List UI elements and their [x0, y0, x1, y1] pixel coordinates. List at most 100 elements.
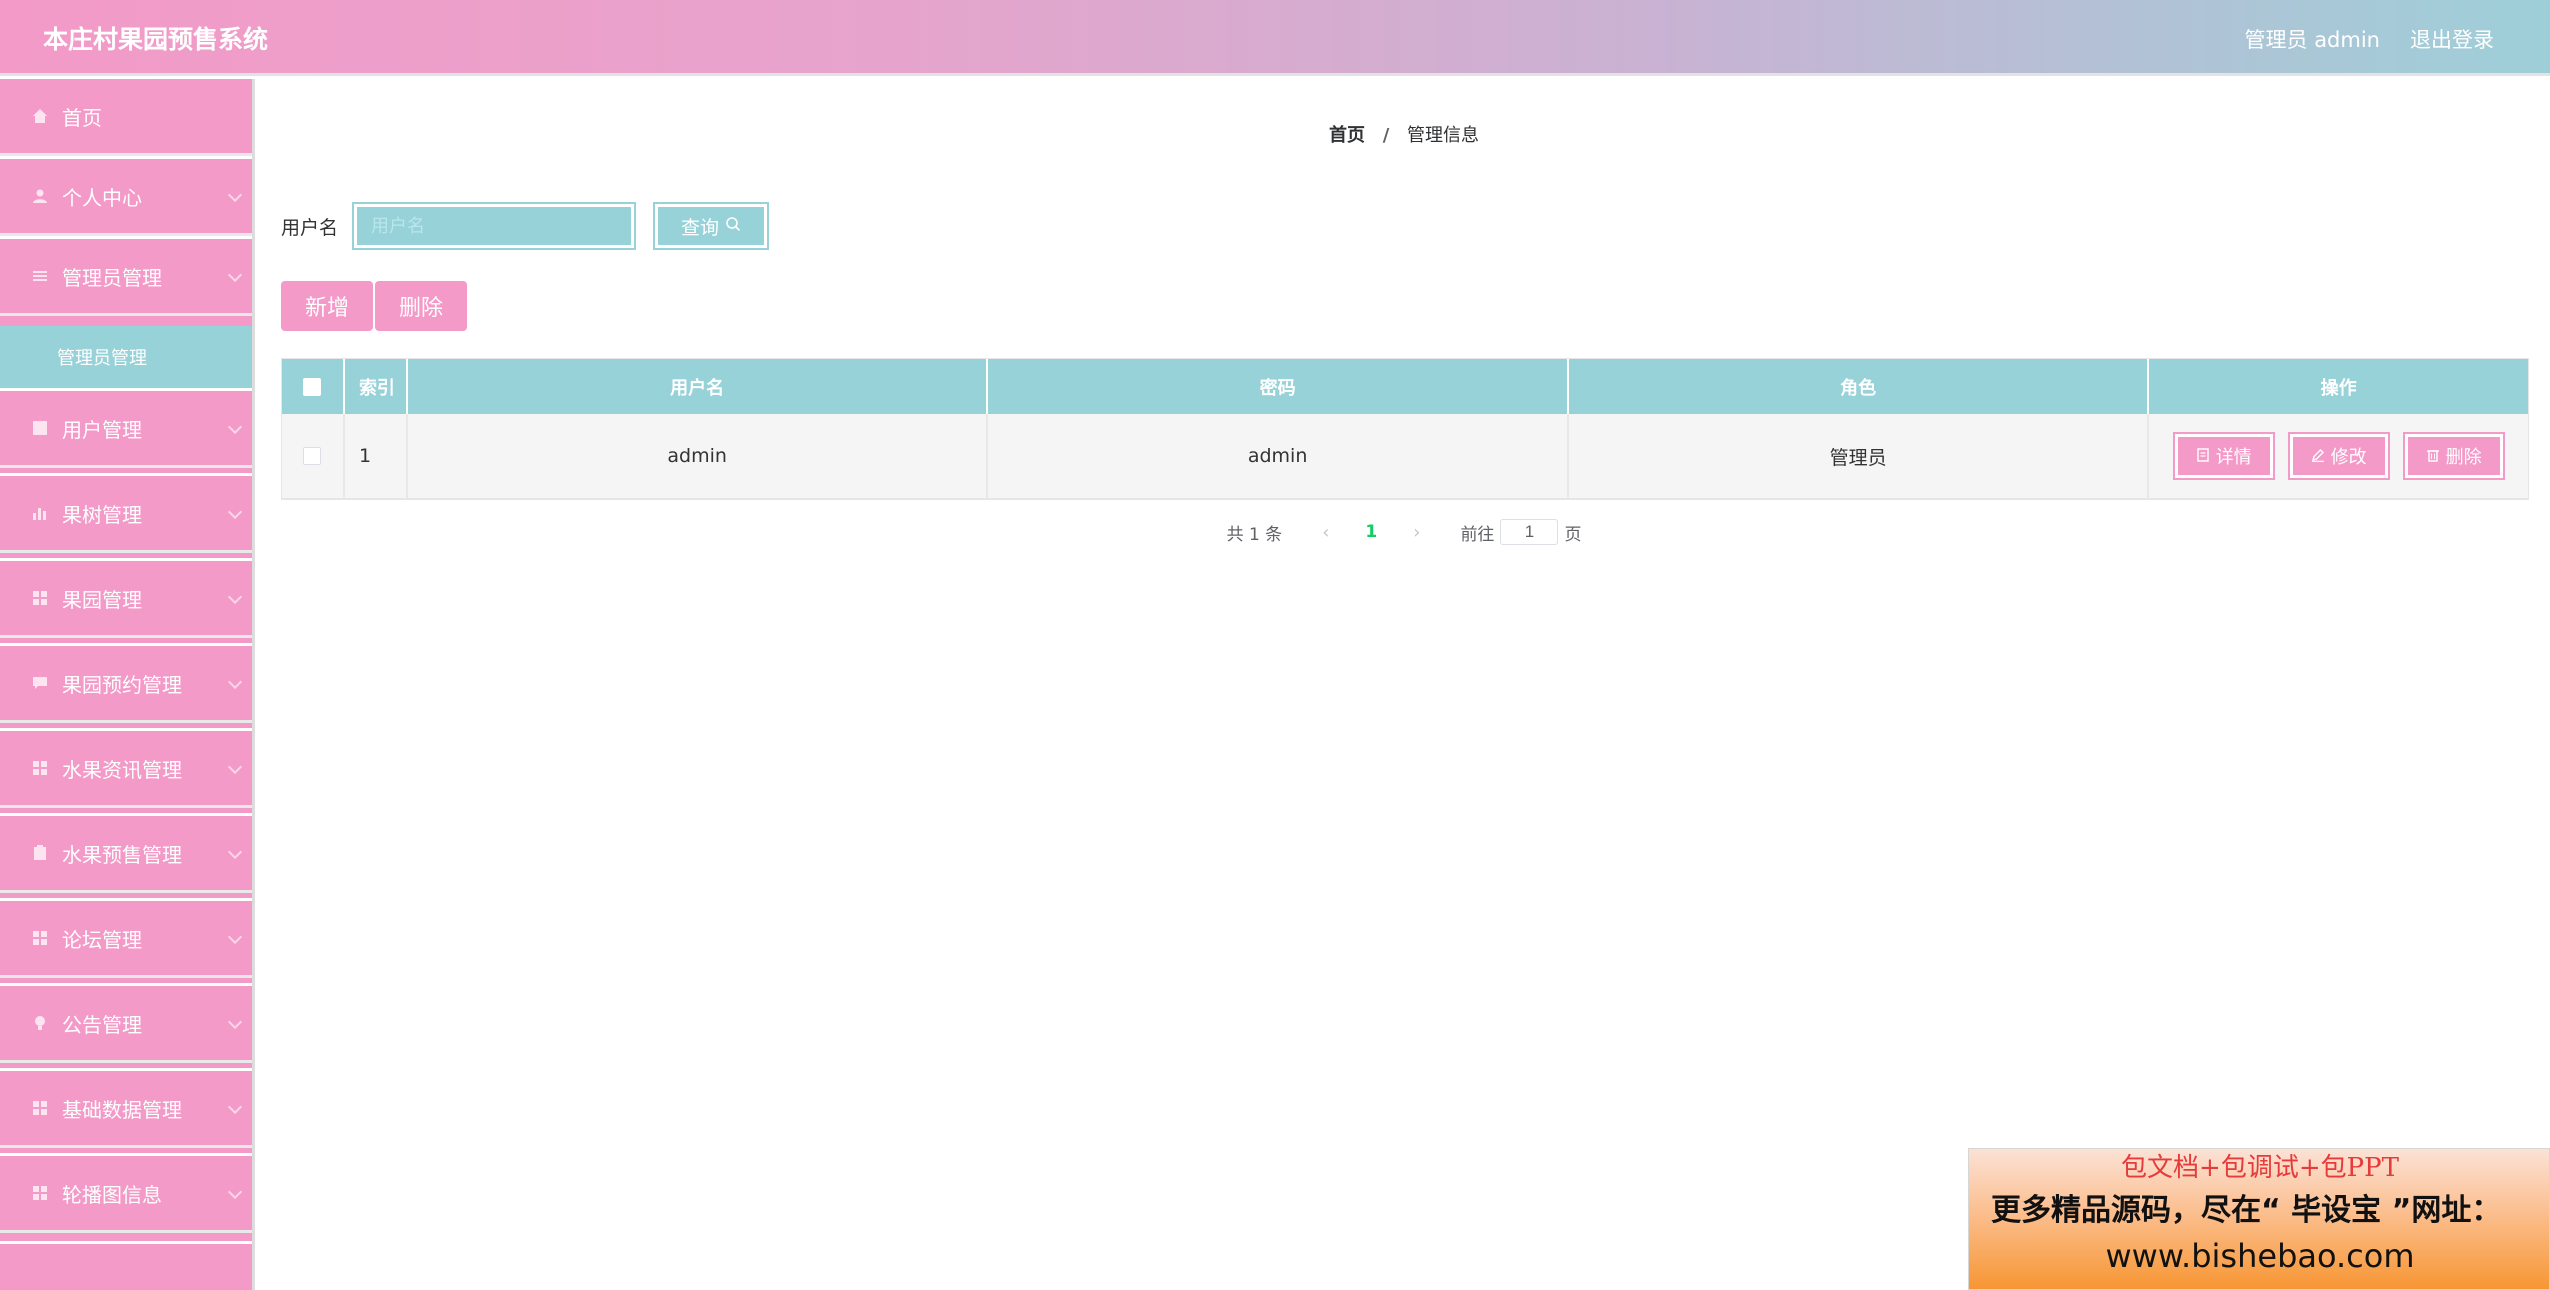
batch-delete-button[interactable]: 删除	[375, 281, 468, 331]
chevron-down-icon	[227, 1099, 243, 1115]
clipboard-icon	[32, 845, 48, 861]
list-icon	[32, 268, 48, 284]
sidebar-item-base-data[interactable]: 基础数据管理	[0, 1068, 252, 1148]
current-user-label: 管理员 admin	[2244, 28, 2380, 52]
sidebar-item-label: 水果预售管理	[62, 842, 182, 867]
edit-button[interactable]: 修改	[2287, 432, 2390, 480]
bulb-icon	[32, 1015, 48, 1031]
sidebar-item-label: 个人中心	[62, 185, 142, 210]
edit-icon	[2311, 446, 2325, 467]
query-button[interactable]: 查询	[653, 202, 770, 250]
chevron-down-icon	[227, 1184, 243, 1200]
chevron-down-icon	[227, 844, 243, 860]
admin-table: 索引 用户名 密码 角色 操作 1 admin admin 管理员 详情 修改 …	[281, 358, 2529, 500]
goto-page-input[interactable]	[1500, 519, 1559, 545]
logout-link[interactable]: 退出登录	[2410, 24, 2494, 54]
chevron-down-icon	[227, 187, 243, 203]
search-icon	[725, 215, 741, 237]
sidebar-subitem-admin-management[interactable]: 管理员管理	[0, 326, 252, 388]
sidebar-footer	[0, 1241, 252, 1290]
home-icon	[32, 108, 48, 124]
chevron-down-icon	[227, 267, 243, 283]
promo-line-2: 更多精品源码，尽在“ 毕设宝 ”网址：	[1991, 1193, 2502, 1228]
sidebar-item-label: 轮播图信息	[62, 1182, 162, 1207]
breadcrumb-home[interactable]: 首页	[1329, 125, 1365, 146]
cell-username: admin	[408, 414, 989, 498]
sidebar-item-label: 用户管理	[62, 417, 142, 442]
sidebar-item-announcement[interactable]: 公告管理	[0, 983, 252, 1063]
breadcrumb-current: 管理信息	[1407, 125, 1480, 146]
sidebar-item-user-management[interactable]: 用户管理	[0, 388, 252, 468]
grid-icon	[32, 760, 48, 776]
chevron-down-icon	[227, 419, 243, 435]
sidebar-item-label: 果树管理	[62, 502, 142, 527]
message-icon	[32, 675, 48, 691]
grid-icon	[32, 930, 48, 946]
search-label: 用户名	[281, 216, 339, 239]
document-icon	[2196, 446, 2210, 467]
chevron-down-icon	[227, 929, 243, 945]
sidebar-item-orchard[interactable]: 果园管理	[0, 558, 252, 638]
main-content: 首页 / 管理信息 用户名 查询 新增 删除 索引 用户名 密码 角色 操作	[252, 79, 2550, 1290]
sidebar-item-orchard-booking[interactable]: 果园预约管理	[0, 643, 252, 723]
username-search-input[interactable]	[352, 202, 637, 250]
select-all-checkbox[interactable]	[303, 377, 322, 396]
goto-prefix: 前往	[1460, 524, 1495, 545]
sidebar-item-label: 公告管理	[62, 1012, 142, 1037]
breadcrumb: 首页 / 管理信息	[255, 121, 2550, 147]
sidebar-item-profile[interactable]: 个人中心	[0, 156, 252, 236]
row-checkbox[interactable]	[303, 447, 322, 465]
detail-button[interactable]: 详情	[2172, 432, 2275, 480]
prev-page-icon[interactable]: ‹	[1322, 522, 1329, 543]
goto-suffix: 页	[1564, 524, 1582, 545]
add-button[interactable]: 新增	[281, 281, 374, 331]
sidebar-item-fruit-tree[interactable]: 果树管理	[0, 473, 252, 553]
top-bar: 本庄村果园预售系统 管理员 admin 退出登录	[0, 0, 2550, 76]
pagination-total: 共 1 条	[1226, 524, 1283, 545]
next-page-icon[interactable]: ›	[1413, 522, 1420, 543]
sidebar-item-forum[interactable]: 论坛管理	[0, 898, 252, 978]
app-title: 本庄村果园预售系统	[43, 25, 269, 54]
cell-index: 1	[345, 414, 408, 498]
page-number-current[interactable]: 1	[1365, 522, 1377, 542]
trash-icon	[2426, 446, 2440, 467]
detail-button-label: 详情	[2215, 447, 2252, 468]
sidebar-item-carousel[interactable]: 轮播图信息	[0, 1153, 252, 1233]
sidebar-item-fruit-presale[interactable]: 水果预售管理	[0, 813, 252, 893]
row-delete-button-label: 删除	[2445, 447, 2482, 468]
promo-line-3: www.bishebao.com	[2105, 1237, 2415, 1275]
sidebar-item-label: 果园预约管理	[62, 672, 182, 697]
column-header-actions: 操作	[2320, 377, 2357, 399]
sidebar-item-admin-management[interactable]: 管理员管理	[0, 236, 252, 316]
pagination-jumper: 前往 页	[1460, 519, 1581, 545]
bar-chart-icon	[32, 505, 48, 521]
promo-line-1: 包文档+包调试+包PPT	[2121, 1153, 2399, 1183]
user-icon	[32, 188, 48, 204]
grid-icon	[32, 1100, 48, 1116]
column-header-username: 用户名	[408, 359, 989, 414]
sidebar-item-label: 果园管理	[62, 587, 142, 612]
breadcrumb-separator: /	[1382, 125, 1390, 146]
pagination: 共 1 条 ‹ 1 › 前往 页	[255, 519, 2550, 545]
sidebar-item-label: 论坛管理	[62, 927, 142, 952]
column-header-role: 角色	[1569, 359, 2150, 414]
sidebar-item-label: 管理员管理	[62, 265, 162, 290]
table-header: 索引 用户名 密码 角色 操作	[282, 359, 2528, 414]
cell-actions: 详情 修改 删除	[2149, 414, 2528, 498]
grid-icon	[32, 1185, 48, 1201]
sidebar-item-fruit-news[interactable]: 水果资讯管理	[0, 728, 252, 808]
top-right-menu: 管理员 admin 退出登录	[2245, 24, 2494, 54]
grid-icon	[32, 420, 48, 436]
sidebar-item-label: 基础数据管理	[62, 1097, 182, 1122]
chevron-down-icon	[227, 759, 243, 775]
sidebar-item-home[interactable]: 首页	[0, 76, 252, 156]
cell-password: admin	[988, 414, 1569, 498]
column-header-index: 索引	[345, 359, 408, 414]
sidebar-item-label: 水果资讯管理	[62, 757, 182, 782]
chevron-down-icon	[227, 504, 243, 520]
table-row: 1 admin admin 管理员 详情 修改 删除	[282, 414, 2528, 499]
row-delete-button[interactable]: 删除	[2402, 432, 2505, 480]
header-checkbox-cell	[282, 359, 345, 414]
chevron-down-icon	[227, 1014, 243, 1030]
promo-banner[interactable]: 包文档+包调试+包PPT 更多精品源码，尽在“ 毕设宝 ”网址： www.bis…	[1968, 1148, 2550, 1290]
